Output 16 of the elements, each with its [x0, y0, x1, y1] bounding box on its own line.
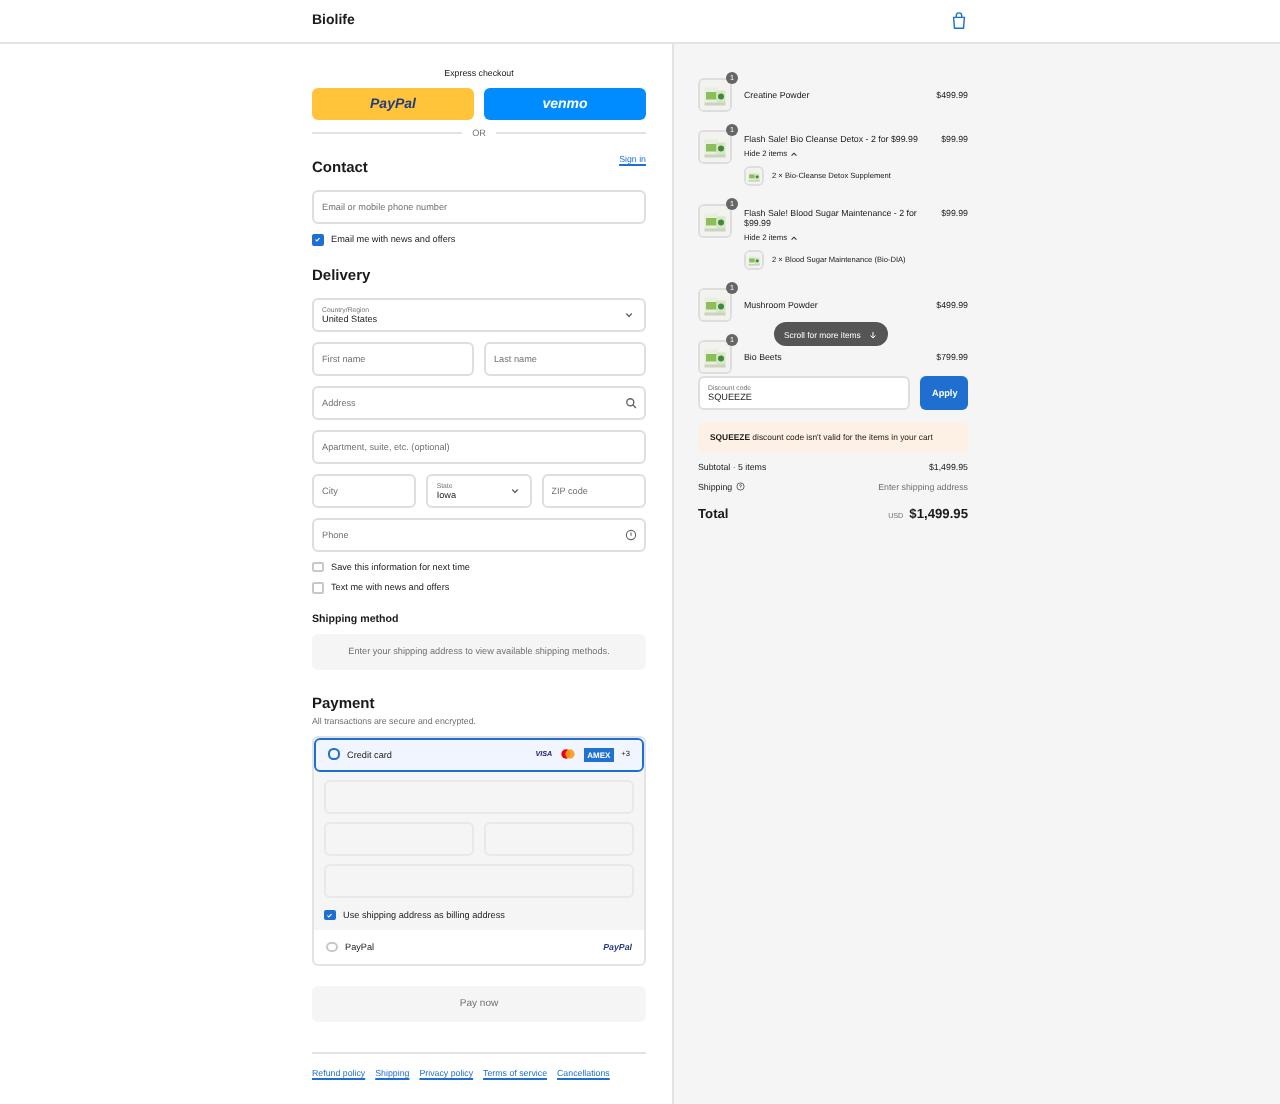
checkbox[interactable] [312, 234, 323, 245]
chevron-down-icon [622, 307, 636, 321]
radio-button[interactable] [328, 748, 339, 760]
help-icon [624, 527, 638, 541]
mastercard-icon [560, 748, 577, 760]
caret-icon [789, 233, 798, 241]
caret-icon [789, 149, 798, 157]
help-icon[interactable] [736, 482, 746, 492]
checkbox[interactable] [324, 909, 335, 920]
radio-button[interactable] [326, 941, 337, 953]
shopping-bag-icon[interactable] [950, 12, 968, 30]
checkbox[interactable] [312, 561, 323, 572]
checkbox[interactable] [312, 582, 323, 593]
down-arrow-icon [868, 329, 879, 339]
chevron-down-icon [507, 483, 522, 497]
search-icon [624, 395, 638, 409]
